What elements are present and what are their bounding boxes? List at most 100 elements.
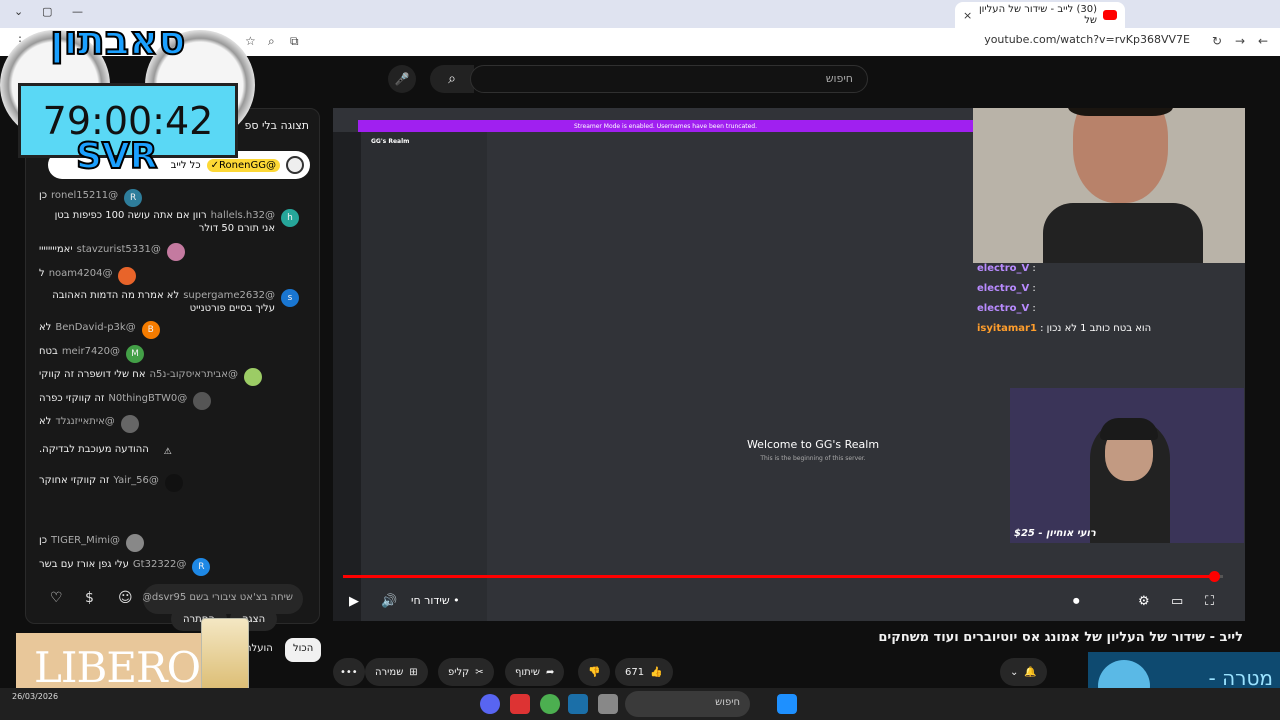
subscribe-notify-button[interactable]: ⌄ 🔔: [1000, 658, 1047, 686]
chat-message-text: @N0thingBTW0זה קווקזי כפרה: [39, 392, 187, 405]
avatar: [118, 267, 137, 285]
chat-message: @אביתראיסקוב-נ5האח שלי דושפרה זה קווקי: [39, 368, 299, 386]
share-icon: ➦: [546, 666, 555, 678]
more-actions-button[interactable]: •••: [333, 658, 365, 686]
chat-text: יאמיייייייי: [39, 244, 73, 255]
autoplay-toggle[interactable]: ⏺: [1073, 594, 1080, 609]
chat-message-text: ההודעה מעוכבת לבדיקה.: [39, 443, 153, 456]
forward-icon[interactable]: →: [1235, 34, 1245, 48]
voice-search-button[interactable]: 🎤: [388, 65, 416, 93]
chat-author: @meir7420: [61, 346, 121, 357]
install-icon[interactable]: ⧉: [290, 34, 299, 49]
app-icon[interactable]: [510, 694, 530, 714]
chat-message-text: @איתאייזנגלדלא: [39, 415, 115, 428]
heart-icon[interactable]: ♡: [50, 590, 63, 606]
reload-icon[interactable]: ↻: [1212, 34, 1222, 48]
chat-message: @איתאייזנגלדלא: [39, 415, 299, 433]
steam-icon[interactable]: [568, 694, 588, 714]
clip-button[interactable]: קליפ ✂: [438, 658, 494, 686]
avatar: [120, 415, 139, 433]
subathon-logo: סאבתון: [49, 17, 186, 65]
overlay-chat-user: electro_V: [977, 263, 1030, 274]
scrubber-handle[interactable]: [1209, 571, 1221, 582]
chat-author: @Gt32322: [132, 559, 187, 570]
tab-uploaded[interactable]: הועלה: [245, 643, 273, 654]
chat-message-text: @Gt32322עלי גפן אורז עם בשר: [39, 558, 186, 571]
save-icon: ⊞: [409, 666, 418, 678]
live-badge[interactable]: שידור חי •: [411, 594, 460, 607]
chat-text: עלי גפן אורז עם בשר: [39, 559, 129, 570]
minimize-icon[interactable]: ⌄: [14, 5, 23, 18]
mic-icon: 🎤: [394, 72, 410, 86]
share-button[interactable]: שיתוף ➦: [505, 658, 565, 686]
chat-author: @noam4204: [48, 268, 113, 279]
overlay-chat-user: electro_V: [977, 283, 1030, 294]
save-button[interactable]: שמירה ⊞: [365, 658, 428, 686]
back-icon[interactable]: ←: [1258, 34, 1268, 48]
chat-text: לא: [39, 416, 52, 427]
browser-tab-bar: ⌄ ▢ — + (30) לייב - שידור של העליון של ×: [0, 0, 1280, 28]
chat-message: B @BenDavid-p3kלא: [39, 321, 299, 339]
chevron-down-icon: ⌄: [1010, 666, 1019, 678]
goal-label: מטרה -: [1208, 666, 1273, 690]
avatar: M: [126, 345, 145, 363]
search-input[interactable]: חיפוש: [470, 65, 868, 93]
avatar: [164, 474, 183, 492]
streamer-webcam: [973, 108, 1245, 263]
chat-message: @noam4204ל: [39, 267, 299, 285]
streamer-mode-banner: Streamer Mode is enabled. Usernames have…: [358, 120, 973, 132]
pinned-user: @RonenGG✓: [206, 158, 280, 172]
chat-message: @Yair_56זה קווקזי אחוקר: [39, 474, 299, 492]
dislike-button[interactable]: 👎: [578, 658, 611, 686]
discord-channel-list: GG's Realm: [361, 132, 487, 621]
youtube-icon: [1103, 10, 1117, 20]
discord-icon[interactable]: [480, 694, 500, 714]
chat-message: R @Gt32322עלי גפן אורז עם בשר: [39, 558, 299, 576]
chat-text: זה קווקזי אחוקר: [39, 475, 110, 486]
chrome-icon[interactable]: [540, 694, 560, 714]
avatar: B: [141, 321, 160, 339]
thumbs-down-icon: 👎: [588, 666, 601, 678]
like-button[interactable]: 671 👍: [615, 658, 673, 686]
play-icon[interactable]: ▶: [349, 594, 359, 609]
pinned-text: כל לייב: [170, 159, 201, 171]
progress-bar[interactable]: [343, 571, 1223, 582]
chat-author: @stavzurist5331: [76, 244, 161, 255]
browser-tab[interactable]: (30) לייב - שידור של העליון של ×: [955, 2, 1125, 28]
welcome-title: Welcome to GG's Realm: [746, 438, 880, 451]
bell-icon: 🔔: [1024, 666, 1037, 678]
scissors-icon: ✂: [475, 666, 484, 678]
chat-input[interactable]: שיחה בצ'אט ציבורי בשם dsvr95@...: [143, 584, 303, 614]
window-minimize-icon[interactable]: —: [72, 5, 83, 18]
chat-author: @אביתראיסקוב-נ5ה: [149, 369, 238, 380]
volume-icon[interactable]: 🔊: [381, 594, 397, 609]
search-button[interactable]: ⌕: [430, 65, 474, 93]
close-tab-icon[interactable]: ×: [963, 9, 972, 22]
chat-message-text: @meir7420בטח: [39, 345, 120, 358]
super-chat-icon[interactable]: $: [85, 590, 94, 606]
chat-message-text: @TIGER_Mimiכן: [39, 534, 120, 547]
settings-gear-icon[interactable]: ⚙: [1138, 594, 1150, 609]
files-icon[interactable]: [598, 694, 618, 714]
emoji-icon[interactable]: ☺: [118, 590, 133, 606]
address-bar[interactable]: youtube.com/watch?v=rvKp368VV7E: [984, 33, 1190, 46]
chat-message: @N0thingBTW0זה קווקזי כפרה: [39, 392, 299, 410]
chat-author: @איתאייזנגלד: [55, 416, 115, 427]
tab-all[interactable]: הכול: [285, 638, 322, 662]
chat-author: @supergame2632: [183, 290, 275, 301]
discord-server-list: [333, 132, 361, 621]
video-player[interactable]: Streamer Mode is enabled. Usernames have…: [333, 108, 1245, 621]
windows-start-icon[interactable]: [777, 694, 797, 714]
fullscreen-icon[interactable]: ⛶: [1205, 594, 1214, 609]
overlay-chat-user: isyitamar1: [977, 323, 1037, 334]
thumbs-up-icon: 👍: [650, 666, 663, 678]
overlay-chat-text: :: [1029, 263, 1036, 274]
chat-text: כן: [39, 190, 48, 201]
zoom-icon[interactable]: ⌕: [268, 34, 275, 49]
restore-icon[interactable]: ▢: [42, 5, 52, 18]
theater-icon[interactable]: ▭: [1171, 594, 1183, 609]
overlay-chat-line: isyitamar1 : הוא בטח כותב 1 לא נכון: [977, 323, 1151, 334]
live-chat-panel: תצוגה בלי ספ R @ronel15211כן h @hallels.h32…: [25, 108, 320, 631]
taskbar-search[interactable]: חיפוש: [625, 691, 750, 717]
avatar: h: [281, 209, 299, 227]
